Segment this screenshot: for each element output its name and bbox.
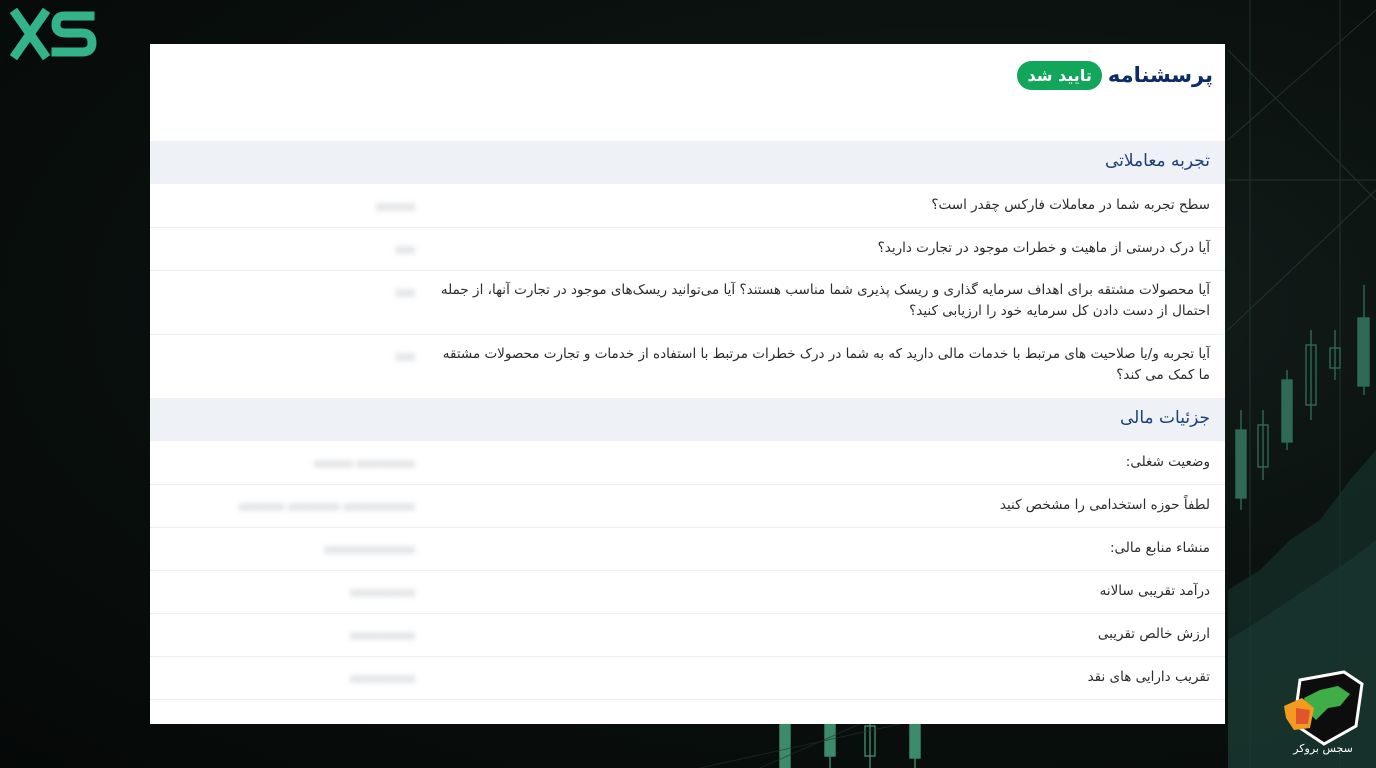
questionnaire-panel: پرسشنامه تایید شد تجربه معاملاتی سطح تجر… bbox=[150, 44, 1225, 724]
answer-value: xxxxxx xxxxxxxxx bbox=[313, 457, 415, 470]
answer-value: xxx bbox=[395, 286, 415, 299]
table-row: وضعیت شغلی: xxxxxx xxxxxxxxx bbox=[150, 441, 1225, 485]
question-text: سطح تجربه شما در معاملات فارکس چقدر است؟ bbox=[931, 197, 1210, 213]
answer-value: xxxxxxxxxx bbox=[349, 629, 415, 642]
table-row: ارزش خالص تقریبی xxxxxxxxxx bbox=[150, 613, 1225, 657]
question-text: لطفاً حوزه استخدامی را مشخص کنید bbox=[999, 497, 1210, 513]
table-row: آیا محصولات مشتقه برای اهداف سرمایه گذار… bbox=[150, 270, 1225, 335]
question-text: وضعیت شغلی: bbox=[1125, 454, 1210, 470]
section-title: تجربه معاملاتی bbox=[1105, 151, 1210, 171]
table-row: آیا درک درستی از ماهیت و خطرات موجود در … bbox=[150, 227, 1225, 271]
page-title: پرسشنامه bbox=[1107, 63, 1213, 87]
answer-value: xxx bbox=[395, 350, 415, 363]
section-header-financial-details: جزئیات مالی bbox=[150, 398, 1225, 441]
table-row: لطفاً حوزه استخدامی را مشخص کنید xxxxxxx… bbox=[150, 484, 1225, 528]
table-row: درآمد تقریبی سالانه xxxxxxxxxx bbox=[150, 570, 1225, 614]
broker-watermark-text: سجس بروکر bbox=[1293, 742, 1353, 755]
xs-logo bbox=[10, 7, 97, 61]
answer-value: xxxxxxxxxxxxxx bbox=[323, 543, 415, 556]
table-row: تقریب دارایی های نقد xxxxxxxxxx bbox=[150, 656, 1225, 700]
answer-value: xxx bbox=[395, 243, 415, 256]
answer-value: xxxxxx bbox=[375, 200, 415, 213]
question-text: درآمد تقریبی سالانه bbox=[1099, 583, 1210, 599]
question-text: آیا محصولات مشتقه برای اهداف سرمایه گذار… bbox=[440, 282, 1210, 319]
answer-value: xxxxxxxxxx bbox=[349, 672, 415, 685]
answer-value: xxxxxxx xxxxxxxx xxxxxxxxxxx bbox=[238, 500, 415, 513]
question-text: آیا تجربه و/یا صلاحیت های مرتبط با خدمات… bbox=[442, 346, 1210, 383]
question-text: تقریب دارایی های نقد bbox=[1087, 669, 1210, 685]
question-text: آیا درک درستی از ماهیت و خطرات موجود در … bbox=[877, 240, 1210, 256]
table-row: آیا تجربه و/یا صلاحیت های مرتبط با خدمات… bbox=[150, 334, 1225, 398]
question-text: منشاء منابع مالی: bbox=[1109, 540, 1210, 556]
status-badge: تایید شد bbox=[1017, 60, 1102, 90]
panel-header: پرسشنامه تایید شد bbox=[1017, 58, 1213, 92]
section-title: جزئیات مالی bbox=[1120, 408, 1210, 428]
answer-value: xxxxxxxxxx bbox=[349, 586, 415, 599]
question-text: ارزش خالص تقریبی bbox=[1097, 626, 1210, 642]
table-row: منشاء منابع مالی: xxxxxxxxxxxxxx bbox=[150, 527, 1225, 571]
table-row: سطح تجربه شما در معاملات فارکس چقدر است؟… bbox=[150, 184, 1225, 228]
section-header-trading-experience: تجربه معاملاتی bbox=[150, 141, 1225, 184]
